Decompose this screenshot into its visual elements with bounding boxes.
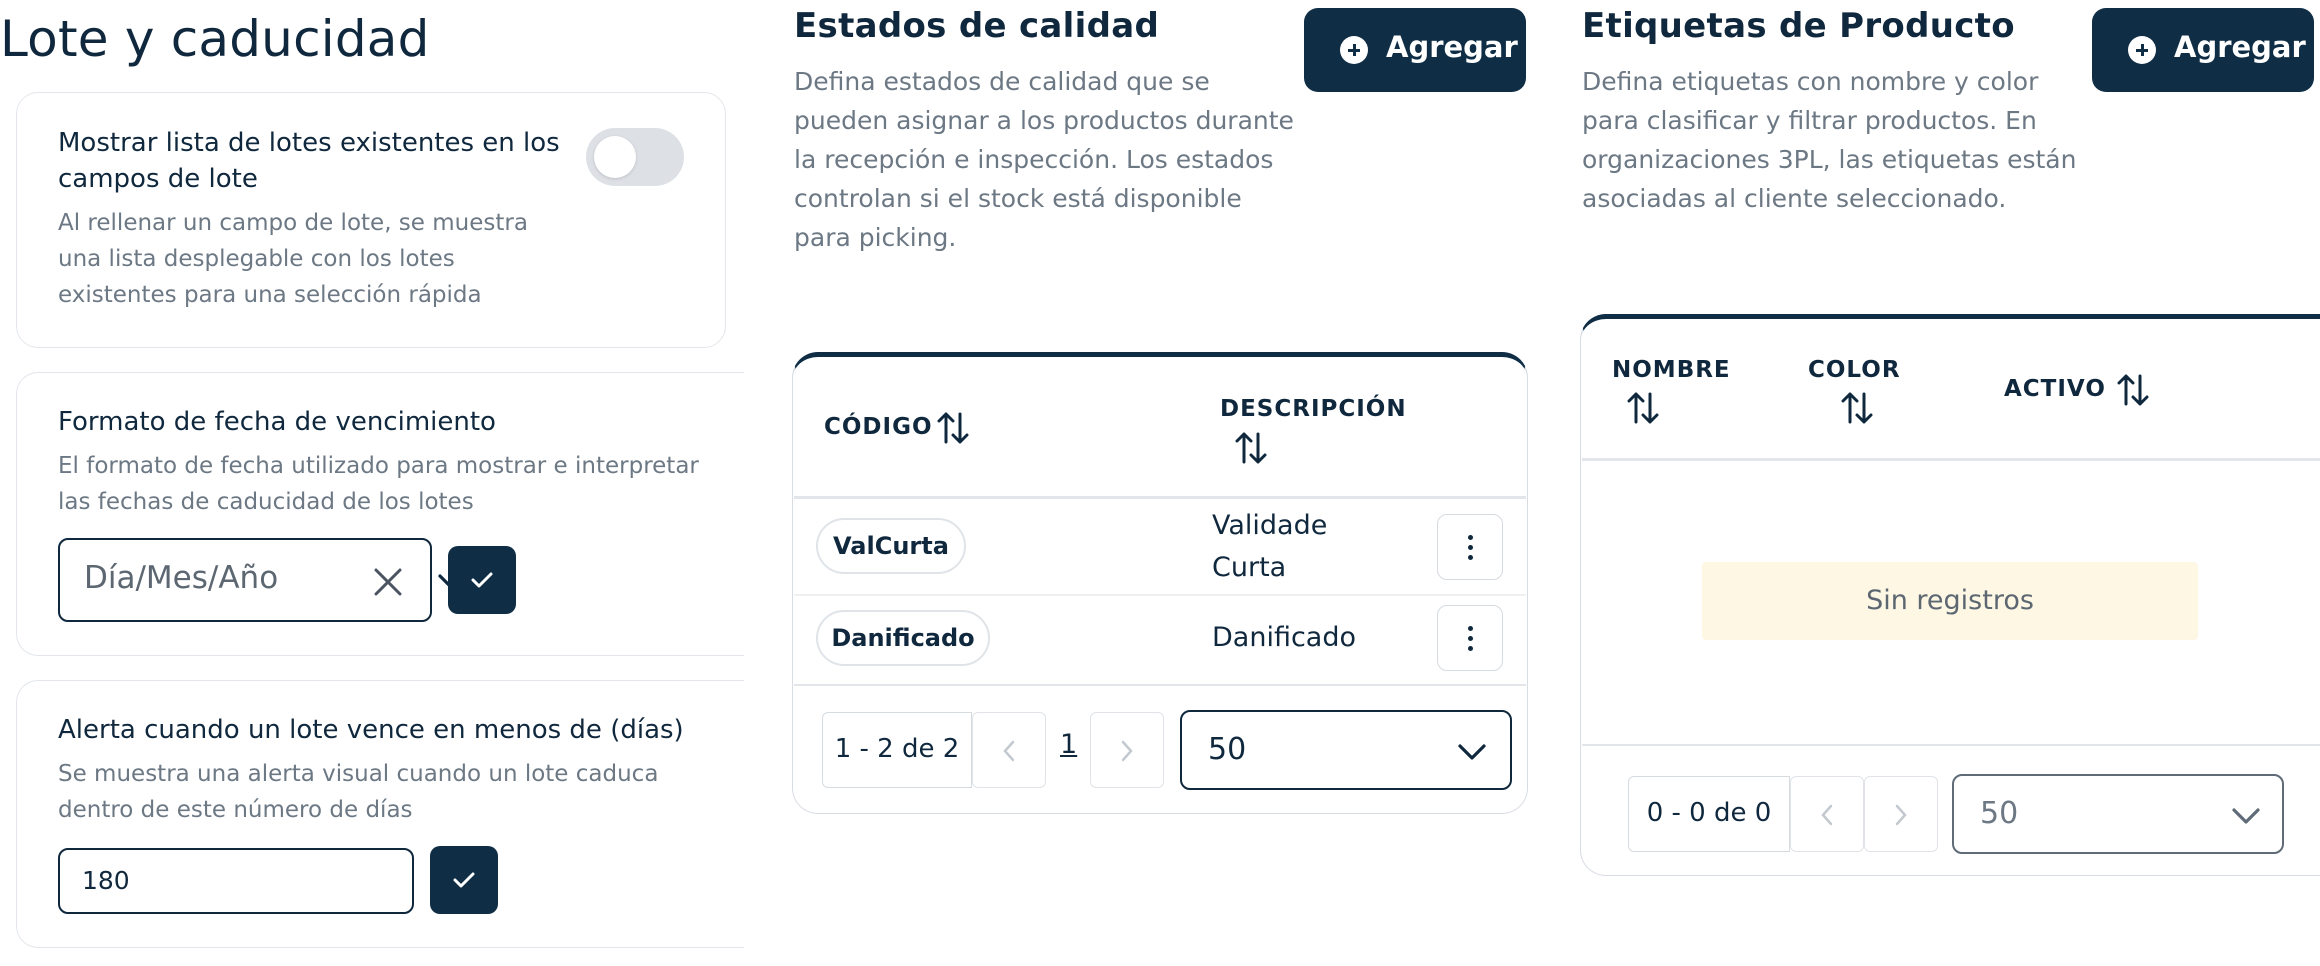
toggle-knob <box>594 136 636 178</box>
date-format-save-button[interactable] <box>448 546 516 614</box>
plus-circle-icon <box>2128 36 2156 64</box>
prev-page-button[interactable] <box>972 712 1046 788</box>
pagination-range: 0 - 0 de 0 <box>1628 776 1790 852</box>
next-page-button[interactable] <box>1090 712 1164 788</box>
prev-page-button[interactable] <box>1790 776 1864 852</box>
row-divider <box>1582 744 2320 746</box>
per-page-select[interactable]: 50 <box>1180 710 1512 790</box>
check-icon <box>471 572 493 588</box>
chevron-right-icon <box>1895 804 1907 826</box>
date-format-select[interactable]: Día/Mes/Año <box>58 538 466 622</box>
header-divider <box>794 496 1526 499</box>
chevron-down-icon <box>2232 808 2260 824</box>
sort-icon[interactable] <box>1840 390 1874 426</box>
clear-icon[interactable] <box>372 566 404 598</box>
date-format-title: Formato de fecha de vencimiento <box>58 407 496 437</box>
chevron-right-icon <box>1121 740 1133 762</box>
column-header-description[interactable]: DESCRIPCIÓN <box>1220 396 1407 422</box>
quality-add-button[interactable]: Agregar <box>1304 8 1526 92</box>
row-divider <box>794 594 1526 596</box>
code-chip: Danificado <box>816 610 990 666</box>
column-header-active[interactable]: ACTIVO <box>2004 376 2106 402</box>
row-actions-button[interactable] <box>1437 514 1503 580</box>
check-icon <box>453 872 475 888</box>
page-title: Lote y caducidad <box>0 10 430 68</box>
row-divider <box>794 684 1526 686</box>
expiry-alert-description: Se muestra una alerta visual cuando un l… <box>58 761 659 823</box>
description-cell: Validade Curta <box>1212 510 1328 583</box>
chevron-down-icon <box>1458 744 1486 760</box>
expiry-days-input[interactable]: 180 <box>58 848 414 914</box>
quality-section-description: Defina estados de calidad que se pueden … <box>794 67 1294 252</box>
tags-section-title: Etiquetas de Producto <box>1582 6 2015 46</box>
quality-section-title: Estados de calidad <box>794 6 1160 46</box>
header-divider <box>1582 458 2320 461</box>
chevron-left-icon <box>1003 740 1015 762</box>
date-format-description: El formato de fecha utilizado para mostr… <box>58 453 699 515</box>
tags-add-button[interactable]: Agregar <box>2092 8 2314 92</box>
chevron-left-icon <box>1821 804 1833 826</box>
pagination-range: 1 - 2 de 2 <box>822 712 972 788</box>
expiry-days-save-button[interactable] <box>430 846 498 914</box>
sort-icon[interactable] <box>936 410 970 446</box>
show-lots-toggle[interactable] <box>586 128 684 186</box>
row-actions-button[interactable] <box>1437 605 1503 671</box>
column-header-color[interactable]: COLOR <box>1808 357 1901 383</box>
code-chip: ValCurta <box>816 518 966 574</box>
sort-icon[interactable] <box>2116 372 2150 408</box>
next-page-button[interactable] <box>1864 776 1938 852</box>
show-lots-description: Al rellenar un campo de lote, se muestra… <box>58 210 528 308</box>
per-page-select[interactable]: 50 <box>1952 774 2284 854</box>
plus-circle-icon <box>1340 36 1368 64</box>
sort-icon[interactable] <box>1234 430 1268 466</box>
expiry-alert-title: Alerta cuando un lote vence en menos de … <box>58 715 684 745</box>
empty-state-message: Sin registros <box>1702 562 2198 640</box>
column-header-name[interactable]: NOMBRE <box>1612 357 1731 383</box>
page-number[interactable]: 1 <box>1060 729 1077 760</box>
sort-icon[interactable] <box>1626 390 1660 426</box>
description-cell: Danificado <box>1212 622 1357 653</box>
tags-section-description: Defina etiquetas con nombre y color para… <box>1582 67 2077 213</box>
column-header-code[interactable]: CÓDIGO <box>824 414 933 440</box>
date-format-value: Día/Mes/Año <box>84 560 279 596</box>
show-lots-title: Mostrar lista de lotes existentes en los… <box>58 128 560 194</box>
